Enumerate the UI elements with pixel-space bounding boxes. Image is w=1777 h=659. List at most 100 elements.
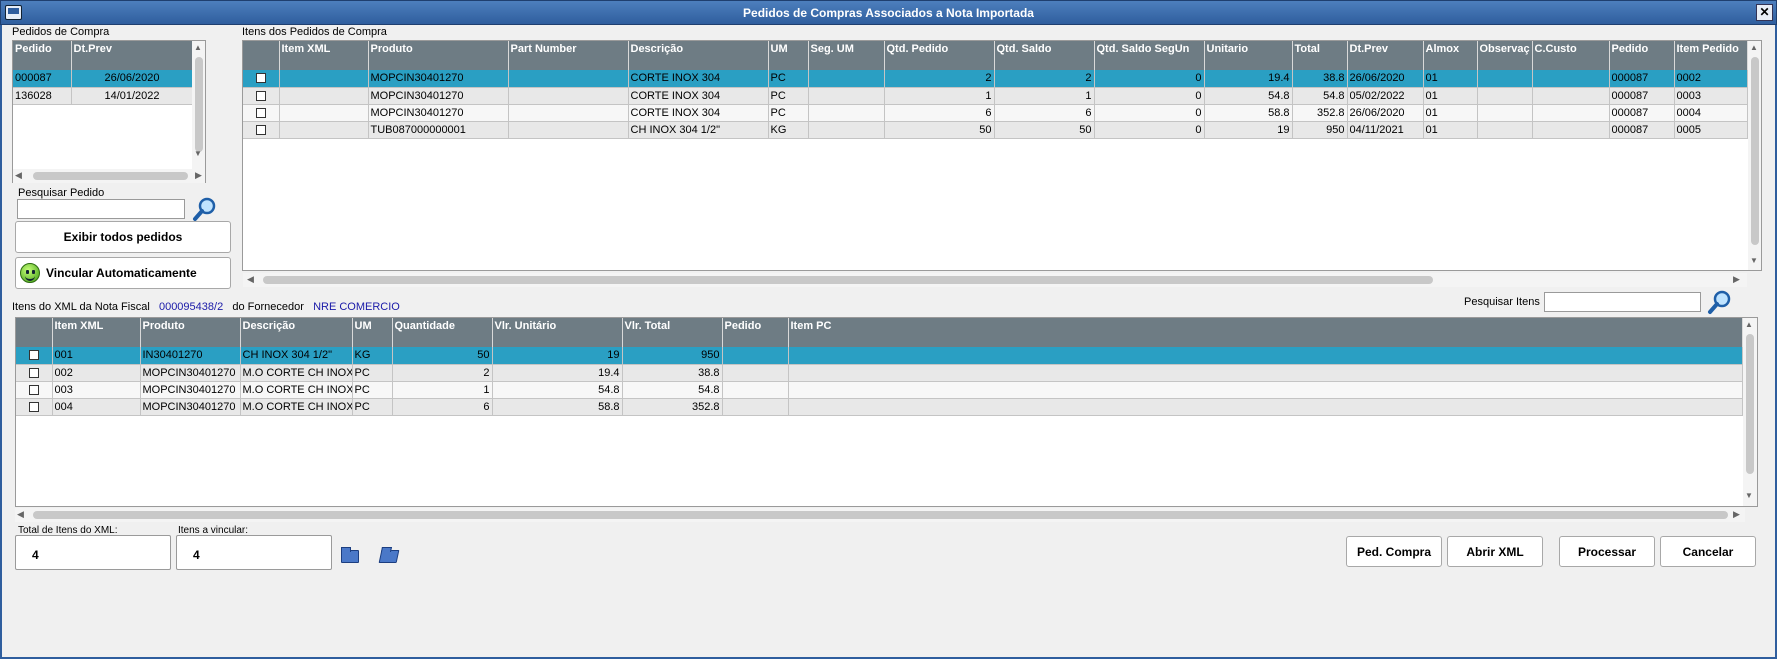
- table-cell: 950: [1292, 121, 1348, 139]
- search-items-input[interactable]: [1544, 292, 1701, 312]
- table-cell: KG: [768, 121, 809, 139]
- close-icon[interactable]: ✕: [1756, 4, 1773, 21]
- xml-col-item-xml[interactable]: Item XML: [52, 318, 141, 347]
- col-seg-um[interactable]: Seg. UM: [808, 41, 885, 70]
- col-qtd-pedido[interactable]: Qtd. Pedido: [884, 41, 995, 70]
- table-row[interactable]: 000087 26/06/2020: [13, 70, 194, 88]
- xml-col-quantidade[interactable]: Quantidade: [392, 318, 493, 347]
- table-cell: CH INOX 304 1/2": [628, 121, 769, 139]
- xml-col-check[interactable]: [16, 318, 53, 347]
- order-items-hscrollbar[interactable]: ◀ ▶: [243, 273, 1747, 287]
- col-part-number[interactable]: Part Number: [508, 41, 629, 70]
- table-cell: CORTE INOX 304: [628, 104, 769, 122]
- table-row[interactable]: 003 MOPCIN30401270 M.O CORTE CH INOX 3 PC 1 5…: [16, 381, 1743, 399]
- process-label: Processar: [1577, 544, 1637, 559]
- xml-col-descricao[interactable]: Descrição: [240, 318, 353, 347]
- checkbox[interactable]: [28, 401, 39, 412]
- xml-col-vlr-unitario[interactable]: Vlr. Unitário: [492, 318, 623, 347]
- xml-col-produto[interactable]: Produto: [140, 318, 241, 347]
- col-check[interactable]: [243, 41, 280, 70]
- cancel-button[interactable]: Cancelar: [1660, 536, 1756, 567]
- col-pedido[interactable]: Pedido: [1609, 41, 1675, 70]
- table-cell: 01: [1423, 70, 1478, 88]
- table-row[interactable]: 136028 14/01/2022: [13, 87, 194, 105]
- xml-items-grid[interactable]: Item XML Produto Descrição UM Quantidade…: [15, 317, 1758, 507]
- table-cell: IN30401270: [140, 347, 241, 365]
- col-qtd-saldo[interactable]: Qtd. Saldo: [994, 41, 1095, 70]
- col-total[interactable]: Total: [1292, 41, 1348, 70]
- magnifier-icon[interactable]: [1707, 289, 1733, 315]
- row-checkbox[interactable]: [243, 70, 280, 88]
- auto-link-label: Vincular Automaticamente: [46, 266, 197, 280]
- col-ccusto[interactable]: C.Custo: [1532, 41, 1610, 70]
- table-row[interactable]: 004 MOPCIN30401270 M.O CORTE CH INOX 3 PC 6 5…: [16, 398, 1743, 416]
- orders-hscrollbar[interactable]: ◀ ▶: [13, 169, 205, 183]
- row-checkbox[interactable]: [16, 364, 53, 382]
- checkbox[interactable]: [255, 124, 266, 135]
- process-button[interactable]: Processar: [1559, 536, 1655, 567]
- xml-col-pedido[interactable]: Pedido: [722, 318, 789, 347]
- folder-icon[interactable]: [341, 547, 359, 563]
- table-cell: 1: [994, 87, 1095, 105]
- col-produto[interactable]: Produto: [368, 41, 509, 70]
- table-row[interactable]: MOPCIN30401270 CORTE INOX 304 PC 1 1 0 54.8 54.…: [243, 87, 1748, 105]
- row-checkbox[interactable]: [16, 347, 53, 365]
- checkbox[interactable]: [255, 107, 266, 118]
- table-row[interactable]: 002 MOPCIN30401270 M.O CORTE CH INOX 3 PC 2 1…: [16, 364, 1743, 382]
- xml-col-item-pc[interactable]: Item PC: [788, 318, 1743, 347]
- auto-link-button[interactable]: Vincular Automaticamente: [15, 257, 231, 289]
- purchase-order-button[interactable]: Ped. Compra: [1346, 536, 1442, 567]
- search-order-input[interactable]: [17, 199, 185, 219]
- magnifier-icon[interactable]: [192, 196, 218, 222]
- table-cell: 58.8: [1204, 104, 1293, 122]
- checkbox[interactable]: [28, 367, 39, 378]
- col-item-xml[interactable]: Item XML: [279, 41, 369, 70]
- order-items-grid[interactable]: Item XML Produto Part Number Descrição U…: [242, 40, 1762, 271]
- table-cell: 01: [1423, 104, 1478, 122]
- table-cell: 54.8: [1204, 87, 1293, 105]
- checkbox[interactable]: [255, 73, 266, 84]
- orders-vscrollbar[interactable]: ▲ ▼: [192, 41, 205, 182]
- col-um[interactable]: UM: [768, 41, 809, 70]
- xml-items-vscrollbar[interactable]: ▲ ▼: [1743, 318, 1757, 506]
- table-cell: [1477, 70, 1533, 88]
- checkbox[interactable]: [255, 90, 266, 101]
- table-row[interactable]: 001 IN30401270 CH INOX 304 1/2" KG 50 19 950: [16, 347, 1743, 365]
- row-checkbox[interactable]: [16, 381, 53, 399]
- open-xml-button[interactable]: Abrir XML: [1447, 536, 1543, 567]
- table-cell: [1532, 104, 1610, 122]
- table-cell: 003: [52, 381, 141, 399]
- table-row[interactable]: TUB087000000001 CH INOX 304 1/2" KG 50 50 0 19…: [243, 121, 1748, 139]
- xml-items-hscrollbar[interactable]: ◀ ▶: [15, 508, 1745, 522]
- order-items-vscrollbar[interactable]: ▲ ▼: [1748, 41, 1761, 270]
- col-almox[interactable]: Almox: [1423, 41, 1478, 70]
- col-observacao[interactable]: Observaç: [1477, 41, 1533, 70]
- xml-col-um[interactable]: UM: [352, 318, 393, 347]
- table-cell: 50: [884, 121, 995, 139]
- table-cell: 000087: [1609, 87, 1675, 105]
- table-cell: [1532, 121, 1610, 139]
- orders-grid[interactable]: Pedido Dt.Prev 000087 26/06/2020 136028 …: [12, 40, 206, 183]
- row-checkbox[interactable]: [243, 104, 280, 122]
- orders-col-pedido[interactable]: Pedido: [13, 41, 72, 70]
- table-row[interactable]: MOPCIN30401270 CORTE INOX 304 PC 2 2 0 19.4 38.…: [243, 70, 1748, 88]
- checkbox[interactable]: [28, 384, 39, 395]
- table-cell: 26/06/2020: [1347, 70, 1424, 88]
- col-unitario[interactable]: Unitario: [1204, 41, 1293, 70]
- xml-col-vlr-total[interactable]: Vlr. Total: [622, 318, 723, 347]
- col-descricao[interactable]: Descrição: [628, 41, 769, 70]
- title-bar: Pedidos de Compras Associados a Nota Imp…: [0, 0, 1777, 25]
- checkbox[interactable]: [28, 350, 39, 361]
- folder-open-icon[interactable]: [378, 550, 400, 563]
- table-row[interactable]: MOPCIN30401270 CORTE INOX 304 PC 6 6 0 58.8 352…: [243, 104, 1748, 122]
- col-dtprev[interactable]: Dt.Prev: [1347, 41, 1424, 70]
- table-cell: 0: [1094, 104, 1205, 122]
- row-checkbox[interactable]: [243, 121, 280, 139]
- show-all-orders-button[interactable]: Exibir todos pedidos: [15, 221, 231, 253]
- col-qtd-saldo-segun[interactable]: Qtd. Saldo SegUn: [1094, 41, 1205, 70]
- col-item-pedido[interactable]: Item Pedido: [1674, 41, 1748, 70]
- orders-col-dtprev[interactable]: Dt.Prev: [71, 41, 194, 70]
- row-checkbox[interactable]: [16, 398, 53, 416]
- table-cell: [788, 364, 1743, 382]
- row-checkbox[interactable]: [243, 87, 280, 105]
